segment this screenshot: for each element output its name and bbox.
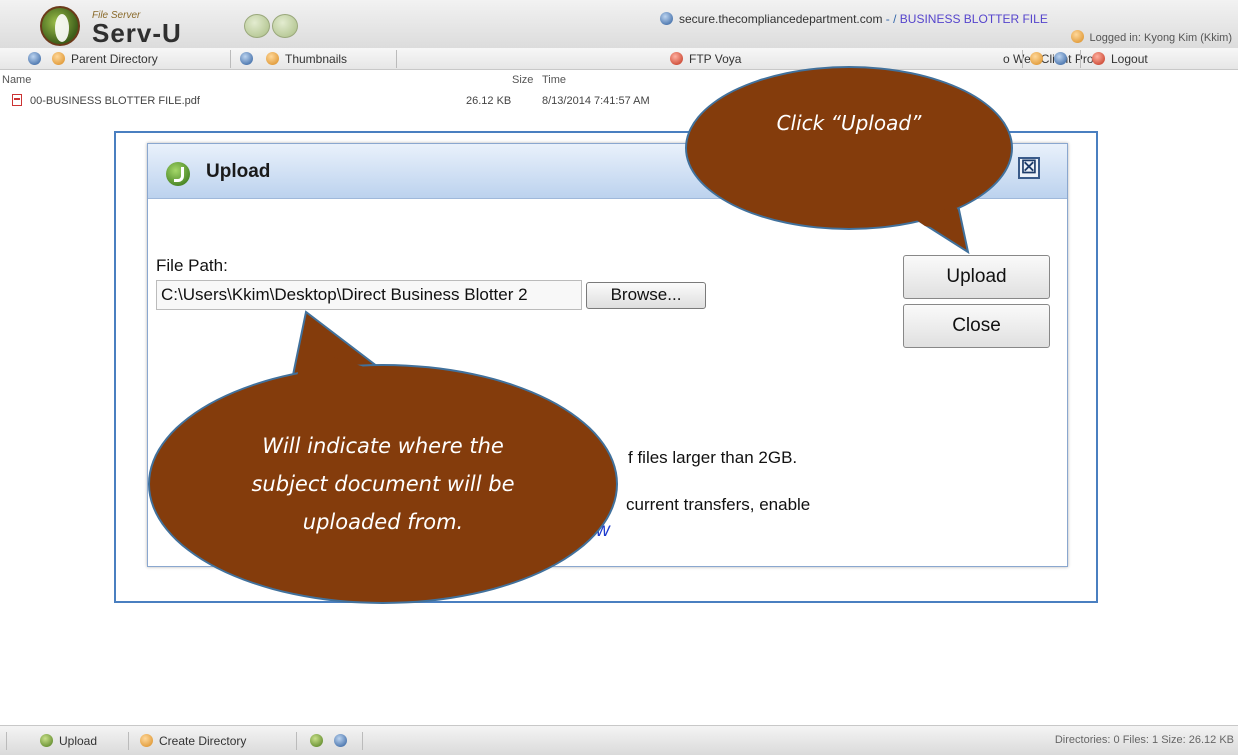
concurrent-transfer-message: current transfers, enable — [626, 495, 811, 514]
home-button[interactable] — [28, 52, 47, 66]
logout-icon — [1092, 52, 1105, 65]
upload-icon — [40, 734, 53, 747]
server-icon — [660, 12, 673, 25]
serv-u-web-client: File Server Serv-U secure.thecomplianced… — [0, 0, 1238, 755]
file-list-header: Name Size Time — [0, 72, 1238, 88]
server-path: secure.thecompliancedepartment.com - / B… — [660, 12, 1048, 26]
forward-icon[interactable] — [272, 14, 298, 38]
help-button[interactable] — [1054, 52, 1073, 66]
back-icon[interactable] — [244, 14, 270, 38]
settings-button[interactable] — [1030, 52, 1049, 66]
pdf-file-icon — [12, 94, 22, 106]
thumbnails-icon — [266, 52, 279, 65]
status-summary: Directories: 0 Files: 1 Size: 26.12 KB — [1054, 734, 1234, 746]
file-time: 8/13/2014 7:41:57 AM — [542, 95, 650, 107]
logo-icon — [40, 6, 80, 46]
upload-button[interactable]: Upload — [903, 255, 1050, 299]
user-icon — [1070, 30, 1084, 43]
column-size[interactable]: Size — [512, 74, 533, 86]
create-directory-label: Create Directory — [159, 734, 247, 748]
column-name[interactable]: Name — [2, 74, 31, 86]
logout-label: Logout — [1111, 52, 1148, 66]
create-directory-button[interactable]: Create Directory — [140, 734, 246, 748]
file-row[interactable]: 00-BUSINESS BLOTTER FILE.pdf 26.12 KB 8/… — [0, 93, 1238, 111]
file-name[interactable]: 00-BUSINESS BLOTTER FILE.pdf — [30, 95, 200, 107]
logout-button[interactable]: Logout — [1092, 52, 1148, 66]
refresh-icon — [240, 52, 253, 65]
logged-in-text: Logged in: Kyong Kim (Kkim) — [1089, 32, 1232, 44]
column-time[interactable]: Time — [542, 74, 566, 86]
search-button[interactable] — [334, 734, 353, 748]
browse-button[interactable]: Browse... — [586, 282, 706, 309]
toolbar: Parent Directory Thumbnails FTP Voya o W… — [0, 48, 1238, 70]
logo-title: Serv-U — [92, 18, 182, 48]
current-folder[interactable]: BUSINESS BLOTTER FILE — [900, 12, 1048, 26]
dialog-close-icon[interactable]: ☒ — [1018, 157, 1040, 179]
bottom-upload-button[interactable]: Upload — [40, 734, 97, 748]
file-path-label: File Path: — [156, 256, 228, 275]
transfer-icon — [310, 734, 323, 747]
dialog-title: Upload — [206, 161, 271, 182]
bottom-bar: Upload Create Directory Directories: 0 F… — [0, 725, 1238, 755]
close-button[interactable]: Close — [903, 304, 1050, 348]
help-icon — [1054, 52, 1067, 65]
thumbnails-button[interactable]: Thumbnails — [266, 52, 347, 66]
settings-icon — [1030, 52, 1043, 65]
header-bar: File Server Serv-U secure.thecomplianced… — [0, 0, 1238, 48]
parent-directory-button[interactable]: Parent Directory — [52, 52, 158, 66]
path-separator: - / — [882, 12, 897, 26]
parent-directory-label: Parent Directory — [71, 52, 158, 66]
create-directory-icon — [140, 734, 153, 747]
ftp-voyager-label: FTP Voya — [689, 52, 742, 66]
thumbnails-label: Thumbnails — [285, 52, 348, 66]
login-status: Logged in: Kyong Kim (Kkim) — [1070, 30, 1232, 44]
upload-callout: Click “Upload” — [685, 66, 1013, 230]
ftp-voyager-icon — [670, 52, 683, 65]
bottom-upload-label: Upload — [59, 734, 98, 748]
ftp-voyager-button[interactable]: FTP Voya — [670, 52, 741, 66]
large-file-message: f files larger than 2GB. — [628, 448, 798, 467]
file-size: 26.12 KB — [466, 95, 512, 107]
parent-directory-icon — [52, 52, 65, 65]
server-address: secure.thecompliancedepartment.com — [679, 12, 883, 26]
home-icon — [28, 52, 41, 65]
path-callout: Will indicate where the subject document… — [148, 364, 618, 604]
upload-icon — [166, 162, 190, 186]
refresh-button[interactable] — [240, 52, 259, 66]
transfer-button[interactable] — [310, 734, 329, 748]
file-path-input[interactable]: C:\Users\Kkim\Desktop\Direct Business Bl… — [156, 280, 582, 310]
search-icon — [334, 734, 347, 747]
